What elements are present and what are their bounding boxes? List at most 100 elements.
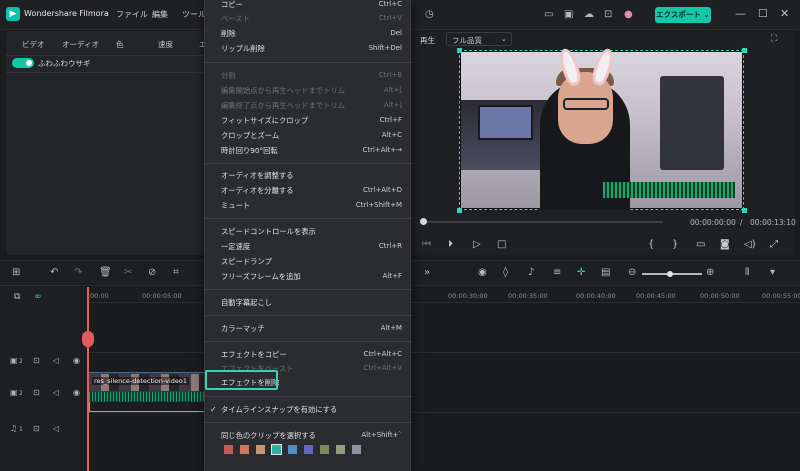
menu-item-crop-to-fit[interactable]: フィットサイズにクロップ Ctrl+F — [205, 114, 412, 129]
menu-item-timeline-snap[interactable]: ✓ タイムラインスナップを有効にする — [205, 403, 412, 418]
subtitle-icon[interactable]: ▤ — [601, 267, 610, 278]
close-icon[interactable]: ✕ — [780, 7, 789, 20]
marker-icon[interactable]: ◊ — [503, 267, 508, 278]
play-icon[interactable]: ▷ — [473, 239, 481, 250]
step-back-icon[interactable]: ⏵ — [448, 239, 453, 250]
more-icon[interactable]: » — [424, 267, 430, 278]
color-swatch[interactable] — [304, 445, 313, 454]
fullscreen-icon[interactable]: ⤢ — [770, 239, 778, 250]
link-icon[interactable]: ∞ — [34, 292, 42, 302]
snap-icon[interactable]: ✛ — [577, 267, 585, 278]
notification-icon[interactable]: ⊡ — [604, 9, 612, 20]
maximize-icon[interactable]: ☐ — [758, 7, 768, 20]
quality-select[interactable]: フル品質 ⌄ — [446, 32, 512, 46]
resize-handle[interactable] — [457, 208, 462, 213]
color-swatch[interactable] — [256, 445, 265, 454]
menu-item-auto-subtitle[interactable]: 自動字幕起こし — [205, 296, 412, 311]
menu-item-uniform-speed[interactable]: 一定速度 Ctrl+R — [205, 240, 412, 255]
menu-item-split[interactable]: 分割 Ctrl+B — [205, 69, 412, 84]
eye-icon[interactable]: ◉ — [73, 388, 80, 397]
add-track-icon[interactable]: ⧉ — [14, 292, 20, 302]
monitor-icon[interactable]: ▭ — [544, 9, 553, 20]
menu-item-copy-effect[interactable]: エフェクトをコピー Ctrl+Alt+C — [205, 348, 412, 363]
folder-icon[interactable]: ⊡ — [33, 388, 40, 397]
tab-video[interactable]: ビデオ — [22, 39, 45, 50]
display-icon[interactable]: ▭ — [696, 239, 705, 250]
menu-item-delete[interactable]: 削除 Del — [205, 27, 412, 42]
resize-handle[interactable] — [457, 48, 462, 53]
tab-color[interactable]: 色 — [116, 39, 124, 50]
speaker-icon[interactable]: ◁ — [53, 388, 59, 397]
snapshot-view-icon[interactable]: ⛶ — [771, 34, 777, 44]
audio-icon[interactable]: ≡ — [553, 267, 561, 278]
dropdown-icon[interactable]: ▾ — [770, 267, 775, 278]
menu-edit[interactable]: 編集 — [152, 9, 168, 20]
folder-icon[interactable]: ⊡ — [33, 356, 40, 365]
menu-tools[interactable]: ツール — [182, 9, 206, 20]
color-swatch[interactable] — [240, 445, 249, 454]
delete-icon[interactable]: 🗑 — [99, 267, 112, 278]
redo-icon[interactable]: ↷ — [74, 267, 82, 278]
menu-file[interactable]: ファイル — [116, 9, 148, 20]
clock-icon[interactable]: ◷ — [425, 9, 434, 20]
disable-icon[interactable]: ⊘ — [148, 267, 156, 278]
zoom-in-icon[interactable]: ⊕ — [706, 267, 714, 278]
effect-toggle[interactable] — [12, 58, 34, 68]
menu-item-speed-control[interactable]: スピードコントロールを表示 — [205, 225, 412, 240]
menu-item-color-match[interactable]: カラーマッチ Alt+M — [205, 322, 412, 337]
playhead[interactable] — [87, 287, 89, 471]
tab-audio[interactable]: オーディオ — [62, 39, 99, 50]
camera-icon[interactable]: ◙ — [720, 239, 730, 250]
volume-icon[interactable]: ◁) — [744, 239, 756, 250]
color-swatch[interactable] — [320, 445, 329, 454]
layout-icon[interactable]: ⊞ — [12, 267, 20, 278]
color-swatch[interactable] — [336, 445, 345, 454]
menu-item-select-same-color[interactable]: 同じ色のクリップを選択する Alt+Shift+` — [205, 429, 412, 444]
eye-icon[interactable]: ◉ — [73, 356, 80, 365]
resize-handle[interactable] — [742, 48, 747, 53]
menu-item-crop-zoom[interactable]: クロップとズーム Alt+C — [205, 129, 412, 144]
cut-icon[interactable]: ✂ — [124, 267, 132, 278]
mark-out-icon[interactable]: } — [672, 239, 678, 250]
cloud-icon[interactable]: ☁ — [584, 9, 594, 20]
timeline-ruler[interactable]: 00:00 00:00:05:00 00:00:30:00 00:00:35:0… — [88, 287, 800, 303]
menu-item-freeze-frame[interactable]: フリーズフレームを追加 Alt+F — [205, 270, 412, 285]
columns-icon[interactable]: ⦀ — [745, 267, 749, 278]
minimize-icon[interactable]: — — [735, 7, 746, 20]
menu-item-adjust-audio[interactable]: オーディオを調整する — [205, 169, 412, 184]
speaker-icon[interactable]: ◁ — [53, 424, 59, 433]
avatar[interactable]: ● — [624, 9, 633, 20]
speaker-icon[interactable]: ◁ — [53, 356, 59, 365]
menu-item-trim-end[interactable]: 編集終了点から再生ヘッドまでトリム Alt+] — [205, 99, 412, 114]
color-swatch[interactable] — [224, 445, 233, 454]
export-button[interactable]: エクスポート ⌄ — [655, 7, 711, 23]
render-icon[interactable]: ◉ — [478, 267, 487, 278]
color-swatch[interactable] — [288, 445, 297, 454]
menu-item-ripple-delete[interactable]: リップル削除 Shift+Del — [205, 42, 412, 57]
mark-in-icon[interactable]: { — [648, 239, 654, 250]
tab-speed[interactable]: 速度 — [158, 39, 173, 50]
folder-icon[interactable]: ⊡ — [33, 424, 40, 433]
playback-scrubber[interactable] — [423, 221, 663, 223]
undo-icon[interactable]: ↶ — [50, 267, 58, 278]
menu-item-detach-audio[interactable]: オーディオを分離する Ctrl+Alt+D — [205, 184, 412, 199]
resize-handle[interactable] — [742, 208, 747, 213]
menu-item-trim-start[interactable]: 編集開始点から再生ヘッドまでトリム Alt+[ — [205, 84, 412, 99]
zoom-slider-handle[interactable] — [667, 271, 673, 277]
mic-icon[interactable]: ♪ — [528, 267, 534, 278]
stop-icon[interactable]: □ — [497, 239, 506, 250]
crop-icon[interactable]: ⌗ — [173, 267, 179, 278]
menu-item-speed-ramp[interactable]: スピードランプ — [205, 255, 412, 270]
playhead-handle[interactable] — [82, 331, 94, 347]
prev-frame-icon[interactable]: ⏮ — [422, 239, 431, 250]
menu-item-rotate[interactable]: 時計回り90°回転 Ctrl+Alt+→ — [205, 144, 412, 159]
save-icon[interactable]: ▣ — [564, 9, 573, 20]
timecode-separator: / — [740, 218, 743, 227]
color-swatch[interactable] — [271, 444, 282, 455]
zoom-out-icon[interactable]: ⊖ — [628, 267, 636, 278]
scrubber-handle[interactable] — [420, 218, 427, 225]
color-swatch[interactable] — [352, 445, 361, 454]
menu-item-mute[interactable]: ミュート Ctrl+Shift+M — [205, 199, 412, 214]
app-title: Wondershare Filmora — [24, 9, 109, 18]
menu-item-paste[interactable]: ペースト Ctrl+V — [205, 12, 412, 27]
